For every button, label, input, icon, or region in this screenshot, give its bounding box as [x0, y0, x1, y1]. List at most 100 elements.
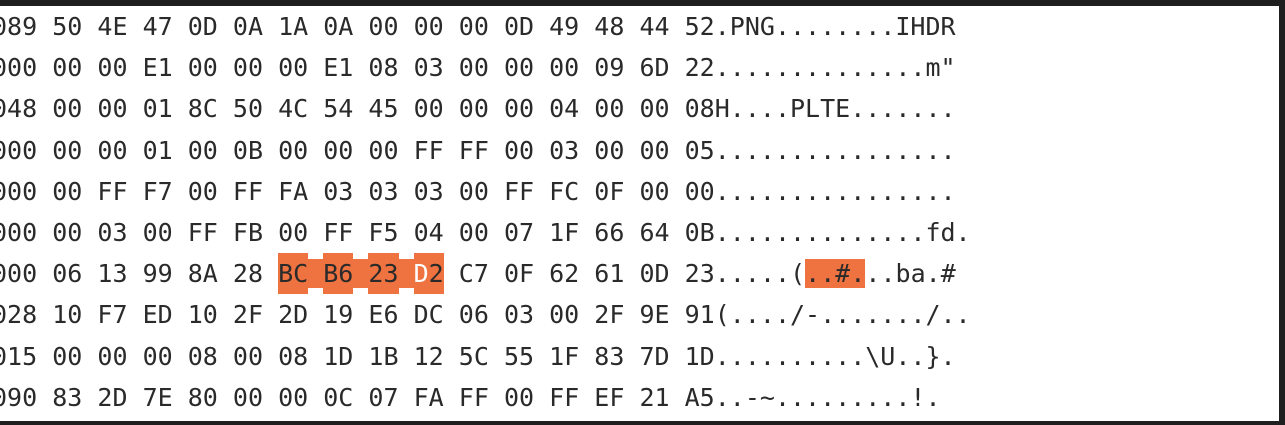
hex-byte[interactable]: FF — [97, 171, 127, 212]
hex-byte[interactable]: 00 — [143, 212, 173, 253]
hex-byte[interactable]: 00 — [52, 88, 82, 129]
hex-row[interactable]: 089 50 4E 47 0D 0A 1A 0A 00 00 00 0D 49 … — [0, 6, 1279, 47]
hex-byte[interactable]: 0A — [323, 6, 353, 47]
hex-row[interactable]: 090 83 2D 7E 80 00 00 0C 07 FA FF 00 FF … — [0, 377, 1279, 418]
hex-byte[interactable]: F5 — [368, 212, 398, 253]
hex-byte[interactable]: 00 — [504, 377, 534, 418]
hex-row[interactable]: 028 10 F7 ED 10 2F 2D 19 E6 DC 06 03 00 … — [0, 294, 1279, 335]
hex-byte[interactable]: 03 — [414, 171, 444, 212]
hex-row[interactable]: 048 00 00 01 8C 50 4C 54 45 00 00 00 04 … — [0, 88, 1279, 129]
hex-byte[interactable]: A5 — [685, 377, 715, 418]
hex-byte[interactable]: C7 — [459, 253, 489, 294]
hex-byte[interactable]: 07 — [504, 212, 534, 253]
hex-byte[interactable]: 21 — [639, 377, 669, 418]
hex-row[interactable]: 000 00 FF F7 00 FF FA 03 03 03 00 FF FC … — [0, 171, 1279, 212]
hex-byte[interactable]: 1F — [549, 212, 579, 253]
hex-byte[interactable]: 00 — [639, 130, 669, 171]
hex-byte[interactable]: 00 — [278, 212, 308, 253]
hex-byte[interactable]: 2D — [97, 377, 127, 418]
hex-byte[interactable]: 00 — [504, 47, 534, 88]
hex-byte[interactable]: 0F — [504, 253, 534, 294]
hex-byte[interactable]: 03 — [549, 130, 579, 171]
hex-byte[interactable]: FA — [278, 171, 308, 212]
hex-row[interactable]: 015 00 00 00 08 00 08 1D 1B 12 5C 55 1F … — [0, 336, 1279, 377]
hex-byte[interactable]: 04 — [414, 212, 444, 253]
hex-byte[interactable]: 1D — [685, 336, 715, 377]
hex-byte[interactable]: FF — [549, 377, 579, 418]
hex-byte[interactable]: 0B — [233, 130, 263, 171]
hex-byte[interactable]: 12 — [414, 336, 444, 377]
hex-byte[interactable]: 08 — [685, 88, 715, 129]
hex-byte[interactable]: 00 — [685, 171, 715, 212]
hex-byte[interactable]: ED — [143, 294, 173, 335]
hex-byte[interactable]: 83 — [52, 377, 82, 418]
hex-byte[interactable]: 00 — [459, 171, 489, 212]
hex-row[interactable]: 000 00 03 00 FF FB 00 FF F5 04 00 07 1F … — [0, 212, 1279, 253]
hex-byte[interactable]: 00 — [52, 336, 82, 377]
hex-byte[interactable]: 01 — [143, 88, 173, 129]
hex-byte[interactable]: 09 — [594, 47, 624, 88]
hex-byte[interactable]: 01 — [143, 130, 173, 171]
hex-byte[interactable]: 08 — [368, 47, 398, 88]
hex-byte[interactable]: 00 — [97, 47, 127, 88]
hex-byte[interactable]: 00 — [414, 6, 444, 47]
hex-byte[interactable]: 0B — [685, 212, 715, 253]
hex-byte[interactable]: 00 — [52, 212, 82, 253]
hex-byte[interactable]: 00 — [459, 212, 489, 253]
hex-byte[interactable]: 0F — [594, 171, 624, 212]
ascii-column[interactable]: ..............fd. — [715, 218, 971, 247]
hex-byte[interactable]: E1 — [323, 47, 353, 88]
hex-byte[interactable]: 00 — [52, 171, 82, 212]
hex-byte[interactable]: 61 — [594, 253, 624, 294]
hex-byte[interactable]: FF — [459, 130, 489, 171]
hex-byte[interactable]: 00 — [233, 336, 263, 377]
hex-byte[interactable]: 00 — [323, 130, 353, 171]
hex-row[interactable]: 000 00 00 01 00 0B 00 00 00 FF FF 00 03 … — [0, 130, 1279, 171]
hex-view[interactable]: 089 50 4E 47 0D 0A 1A 0A 00 00 00 0D 49 … — [0, 6, 1279, 421]
hex-byte[interactable]: 00 — [639, 88, 669, 129]
hex-byte[interactable]: 64 — [639, 212, 669, 253]
hex-byte[interactable]: 05 — [685, 130, 715, 171]
hex-byte[interactable]: 62 — [549, 253, 579, 294]
hex-byte[interactable]: 50 — [233, 88, 263, 129]
ascii-column[interactable]: (..../-......./.. — [715, 300, 971, 329]
ascii-column[interactable]: ................ — [715, 177, 956, 206]
hex-byte[interactable]: 00 — [504, 88, 534, 129]
hex-byte[interactable]: F7 — [97, 294, 127, 335]
hex-byte[interactable]: E6 — [368, 294, 398, 335]
hex-byte[interactable]: 52 — [685, 6, 715, 47]
hex-byte[interactable]: 06 — [52, 253, 82, 294]
hex-byte[interactable]: FF — [188, 212, 218, 253]
hex-byte[interactable]: 0C — [323, 377, 353, 418]
hex-byte[interactable]: 03 — [368, 171, 398, 212]
hex-byte[interactable]: 80 — [188, 377, 218, 418]
hex-byte[interactable]: 4C — [278, 88, 308, 129]
ascii-column[interactable]: H....PLTE....... — [715, 94, 956, 123]
hex-byte[interactable]: 50 — [52, 6, 82, 47]
hex-byte[interactable]: 99 — [143, 253, 173, 294]
hex-byte[interactable]: 1B — [368, 336, 398, 377]
hex-byte[interactable]: 00 — [97, 336, 127, 377]
ascii-column[interactable]: ..............m" — [715, 53, 956, 82]
hex-byte[interactable]: 00 — [459, 6, 489, 47]
hex-byte[interactable]: FF — [414, 130, 444, 171]
hex-byte[interactable]: BC — [278, 253, 309, 295]
hex-byte[interactable]: 44 — [639, 6, 669, 47]
hex-byte[interactable]: 00 — [97, 88, 127, 129]
hex-byte[interactable]: FA — [414, 377, 444, 418]
hex-byte[interactable]: 0A — [233, 6, 263, 47]
hex-byte[interactable]: 2F — [594, 294, 624, 335]
hex-byte[interactable]: 0D — [188, 6, 218, 47]
hex-byte[interactable]: 19 — [323, 294, 353, 335]
hex-byte[interactable]: 7E — [143, 377, 173, 418]
hex-byte[interactable]: FB — [233, 212, 263, 253]
hex-byte[interactable]: 00 — [549, 47, 579, 88]
hex-byte[interactable]: 00 — [368, 130, 398, 171]
hex-byte[interactable]: FF — [323, 212, 353, 253]
hex-byte[interactable]: 03 — [97, 212, 127, 253]
hex-byte[interactable]: 54 — [323, 88, 353, 129]
hex-byte[interactable]: 10 — [52, 294, 82, 335]
hex-byte[interactable]: 08 — [188, 336, 218, 377]
hex-byte[interactable]: 00 — [143, 336, 173, 377]
hex-byte[interactable]: FF — [504, 171, 534, 212]
